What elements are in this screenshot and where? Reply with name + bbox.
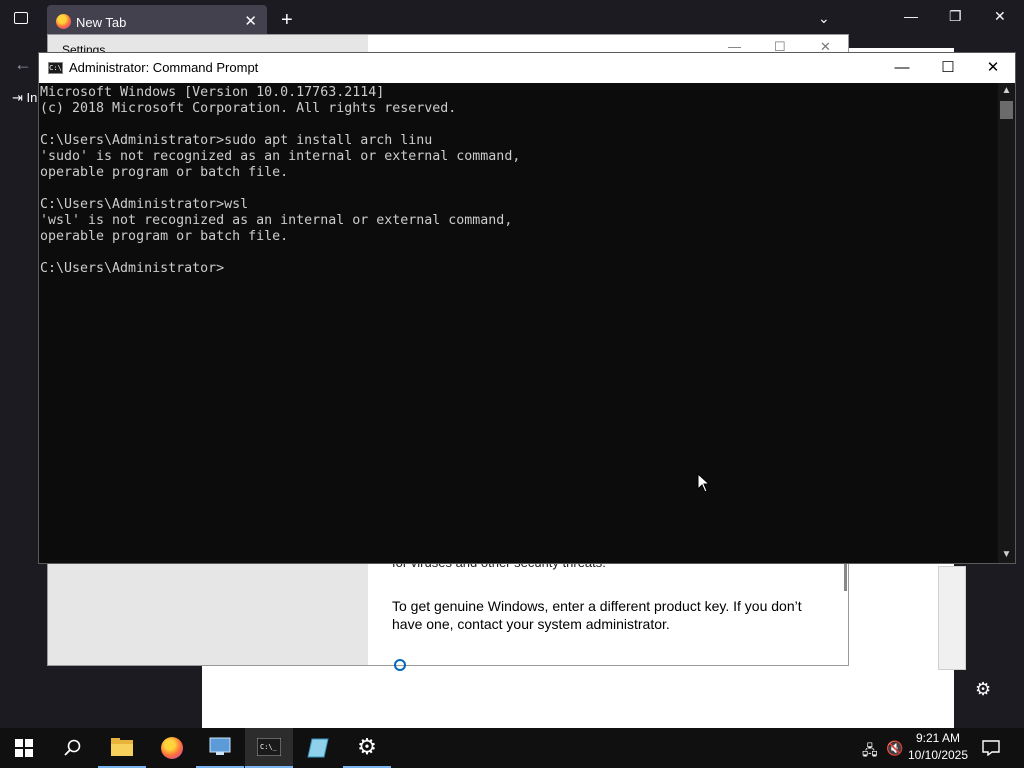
settings-scrollbar[interactable]: [844, 561, 847, 591]
scrollbar-thumb[interactable]: [1000, 101, 1013, 119]
network-icon[interactable]: 🖧: [862, 740, 878, 764]
cmd-scrollbar[interactable]: ▲ ▼: [998, 83, 1015, 563]
scroll-down-arrow-icon[interactable]: ▼: [998, 547, 1015, 563]
search-icon: [64, 739, 81, 756]
browser-close-button[interactable]: ✕: [994, 8, 1006, 25]
console-prompt[interactable]: C:\Users\Administrator>: [40, 261, 996, 277]
volume-muted-icon[interactable]: 🔇: [886, 740, 903, 757]
windows-logo-icon: [15, 739, 33, 757]
sign-in-button[interactable]: ⇥ In: [12, 90, 37, 106]
cmd-app-icon: C:\: [48, 62, 63, 74]
console-line: 'wsl' is not recognized as an internal o…: [40, 213, 513, 228]
console-line: C:\Users\Administrator>wsl: [40, 197, 249, 212]
folder-icon: [111, 738, 133, 756]
info-icon: [394, 659, 406, 671]
tab-close-icon[interactable]: ✕: [244, 12, 257, 30]
firefox-button[interactable]: [148, 728, 196, 768]
start-button[interactable]: [0, 728, 48, 768]
console-line: (c) 2018 Microsoft Corporation. All righ…: [40, 101, 457, 116]
cmd-minimize-button[interactable]: —: [879, 53, 925, 83]
scroll-up-arrow-icon[interactable]: ▲: [998, 83, 1015, 99]
cmd-icon: C:\_: [257, 738, 281, 756]
firefox-icon: [161, 737, 183, 759]
search-button[interactable]: [48, 728, 96, 768]
remote-desktop-button[interactable]: [196, 728, 244, 768]
system-clock[interactable]: 9:21 AM 10/10/2025: [902, 730, 974, 764]
cmd-maximize-button[interactable]: ☐: [925, 53, 971, 83]
list-all-tabs-icon[interactable]: [14, 12, 28, 24]
cmd-titlebar[interactable]: C:\ Administrator: Command Prompt — ☐ ✕: [39, 53, 1015, 83]
notepad-button[interactable]: [294, 728, 342, 768]
console-line: operable program or batch file.: [40, 229, 289, 244]
gear-icon: ⚙: [357, 734, 377, 759]
mouse-pointer-icon: [697, 473, 711, 493]
file-explorer-button[interactable]: [98, 728, 146, 768]
console-line: Microsoft Windows [Version 10.0.17763.21…: [40, 85, 385, 100]
cmd-window-title: Administrator: Command Prompt: [69, 60, 259, 75]
action-center-button[interactable]: [968, 728, 1014, 768]
svg-text:C:\_: C:\_: [260, 743, 278, 751]
firefox-logo-icon: [56, 14, 71, 29]
tab-title: New Tab: [76, 15, 127, 30]
settings-taskbar-button[interactable]: ⚙: [343, 728, 391, 768]
sign-in-label: In: [26, 90, 38, 105]
taskbar: C:\_ ⚙ 🖧 🔇 9:21 AM 10/10/2025: [0, 728, 1024, 768]
cmd-console-output[interactable]: Microsoft Windows [Version 10.0.17763.21…: [40, 85, 996, 563]
browser-minimize-button[interactable]: —: [904, 8, 918, 24]
console-line: operable program or batch file.: [40, 165, 289, 180]
gear-icon[interactable]: ⚙: [975, 679, 991, 700]
command-prompt-window: C:\ Administrator: Command Prompt — ☐ ✕ …: [38, 52, 1016, 564]
clock-time: 9:21 AM: [915, 731, 961, 745]
side-panel: [938, 566, 966, 670]
notepad-icon: [307, 738, 329, 758]
genuine-windows-text: To get genuine Windows, enter a differen…: [392, 598, 802, 632]
console-line: 'sudo' is not recognized as an internal …: [40, 149, 521, 164]
notification-icon: [982, 740, 1000, 756]
back-arrow-icon[interactable]: ←: [14, 54, 32, 75]
remote-desktop-icon: [209, 737, 231, 755]
chevron-down-icon[interactable]: ⌄: [818, 10, 830, 27]
console-line: C:\Users\Administrator>sudo apt install …: [40, 133, 433, 148]
cmd-close-button[interactable]: ✕: [970, 53, 1016, 83]
command-prompt-taskbar-button[interactable]: C:\_: [245, 728, 293, 768]
clock-date: 10/10/2025: [907, 748, 969, 762]
browser-restore-button[interactable]: ❐: [949, 8, 962, 25]
new-tab-button[interactable]: +: [281, 10, 293, 30]
